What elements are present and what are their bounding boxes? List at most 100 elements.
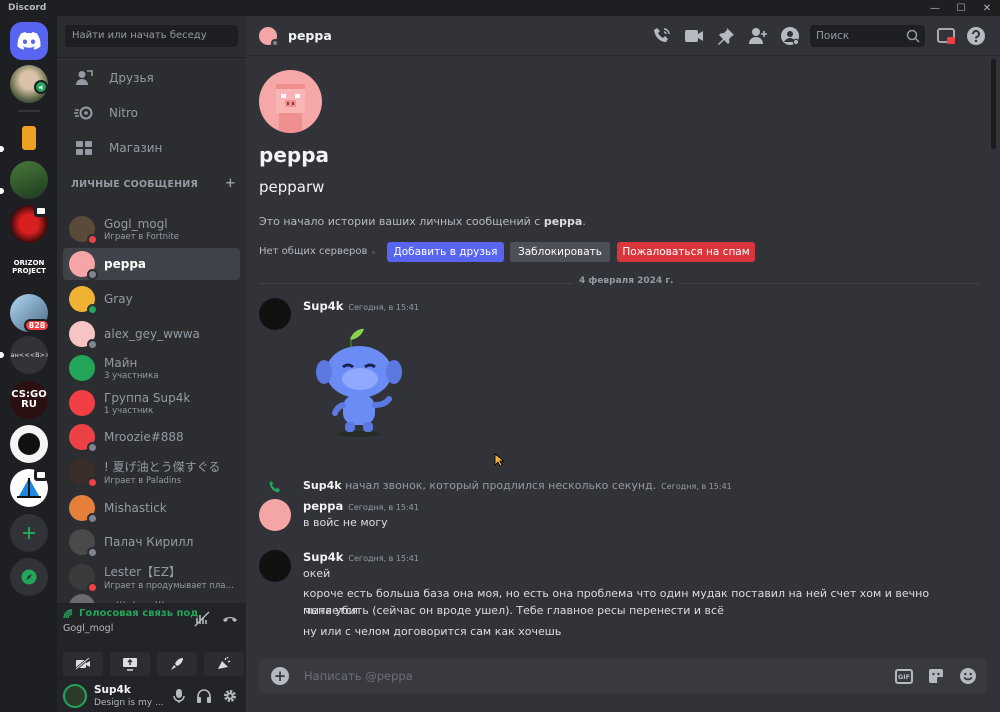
screenshare-button[interactable] [110,652,150,676]
profile-username: pepparw [259,178,325,196]
server-7[interactable]: CS:GO RU [10,381,48,419]
message-text: окей [303,567,331,580]
avatar-image [69,355,95,381]
upload-plus-icon[interactable]: + [271,667,289,685]
date-divider-label: 4 февраля 2024 г. [573,276,680,286]
voice-channel-name[interactable]: Gogl_mogl [63,623,113,634]
dm-item[interactable]: Mishastick [63,492,240,524]
close-button[interactable]: ✕ [974,0,1000,16]
soundboard-icon [218,657,231,669]
dm-item[interactable]: Mroozie#888 [63,421,240,453]
message-list: peppa pepparw Это начало истории ваших л… [246,57,986,655]
sticker-icon[interactable] [927,667,945,685]
microphone-icon[interactable] [172,688,186,704]
user-profile-button[interactable] [780,26,800,46]
message-author[interactable]: Sup4k Сегодня, в 15:41 [303,550,419,564]
server-4[interactable]: ORIZON PROJECT [10,248,48,286]
dm-item[interactable]: Майн 3 участника [63,352,240,384]
title-bar: Discord — ☐ ✕ [0,0,1000,16]
block-button[interactable]: Заблокировать [510,242,610,262]
dm-item[interactable]: Палач Кирилл [63,526,240,558]
status-indicator [87,269,98,280]
find-conversation-button[interactable]: Найти или начать беседу [65,25,238,47]
dm-name: Gray [104,292,133,306]
server-8[interactable] [10,425,48,463]
message-avatar[interactable] [259,550,291,582]
status-indicator [87,513,98,524]
server-2[interactable] [10,161,48,199]
maximize-button[interactable]: ☐ [948,0,974,16]
disconnect-icon[interactable] [222,611,238,627]
dm-name: alex_gey_wwwa [104,327,200,341]
add-server-button[interactable] [10,514,48,552]
emoji-icon[interactable] [959,667,977,685]
status-indicator [87,442,98,453]
discord-logo-icon [17,32,41,50]
dm-item[interactable]: Gray [63,283,240,315]
create-dm-button[interactable]: + [225,177,236,190]
dm-item[interactable]: Lester【EZ】 Играет в продумывает план ... [63,561,240,593]
report-spam-button[interactable]: Пожаловаться на спам [617,242,755,262]
mutual-servers: Нет общих серверов [259,246,368,257]
user-avatar[interactable] [63,684,87,708]
dm-avatar [69,286,98,315]
friends-icon [73,67,95,89]
headphones-icon[interactable] [196,688,212,704]
dm-item[interactable]: peppa [63,248,240,280]
dm-avatar [69,390,95,416]
camera-off-icon [75,658,90,670]
dm-avatar [69,216,98,245]
message-author[interactable]: peppa Сегодня, в 15:41 [303,499,419,513]
message-timestamp: Сегодня, в 15:41 [348,554,419,563]
minimize-button[interactable]: — [922,0,948,16]
user-name[interactable]: Sup4k [94,684,131,696]
dm-item[interactable]: ! 夏げ油とう傑すぐる Играет в Paladins [63,456,240,488]
dm-name: ! 夏げ油とう傑すぐる [104,460,221,474]
gif-picker-button[interactable]: GIF [895,669,913,684]
add-friends-to-dm-button[interactable] [748,26,768,46]
video-call-button[interactable] [684,26,704,46]
server-6[interactable]: план<<<В>>> [10,336,48,374]
message-input[interactable]: Написать @peppa [304,669,413,683]
dm-name: Mroozie#888 [104,430,184,444]
dm-name: peppa [104,257,147,271]
pin-icon [718,28,734,45]
nav-nitro[interactable]: Nitro [63,97,240,129]
activity-button[interactable] [157,652,197,676]
add-friend-button[interactable]: Добавить в друзья [387,242,504,262]
separator-dot [372,251,375,254]
nav-friends[interactable]: Друзья [63,62,240,94]
nav-friends-label: Друзья [109,71,154,85]
dm-item[interactable]: alex_gey_wwwa [63,318,240,350]
call-author[interactable]: Sup4k [303,479,342,492]
explore-button[interactable] [10,558,48,596]
status-indicator [87,304,98,315]
user-custom-status: Design is my ... [94,698,164,708]
nav-shop[interactable]: Магазин [63,132,240,164]
home-button[interactable] [10,22,48,60]
dm-item[interactable]: Группа Sup4k 1 участник [63,387,240,419]
chat-scrollbar[interactable] [991,59,996,149]
help-icon[interactable] [966,26,986,46]
camera-off-button[interactable] [63,652,103,676]
inbox-icon[interactable] [936,26,956,46]
header-search-input[interactable]: Поиск [810,25,925,47]
chat-title[interactable]: peppa [288,28,332,43]
dm-avatar [69,424,98,453]
message-timestamp: Сегодня, в 15:41 [348,503,419,512]
settings-gear-icon[interactable] [222,688,238,704]
mouse-cursor-icon [494,453,504,467]
voice-call-button[interactable] [652,26,672,46]
dm-item[interactable]: Gogl_mogl Играет в Fortnite [63,213,240,245]
dm-avatar [69,564,98,593]
message-author[interactable]: Sup4k Сегодня, в 15:41 [303,299,419,313]
noise-suppression-icon[interactable] [194,611,210,627]
message-avatar[interactable] [259,499,291,531]
phone-call-icon [654,28,670,42]
message-composer: + Написать @peppa GIF [259,659,987,693]
mention-badge: 828 [24,319,50,332]
message-avatar[interactable] [259,298,291,330]
server-1[interactable] [10,119,48,157]
pinned-messages-button[interactable] [716,26,736,46]
soundboard-button[interactable] [204,652,244,676]
